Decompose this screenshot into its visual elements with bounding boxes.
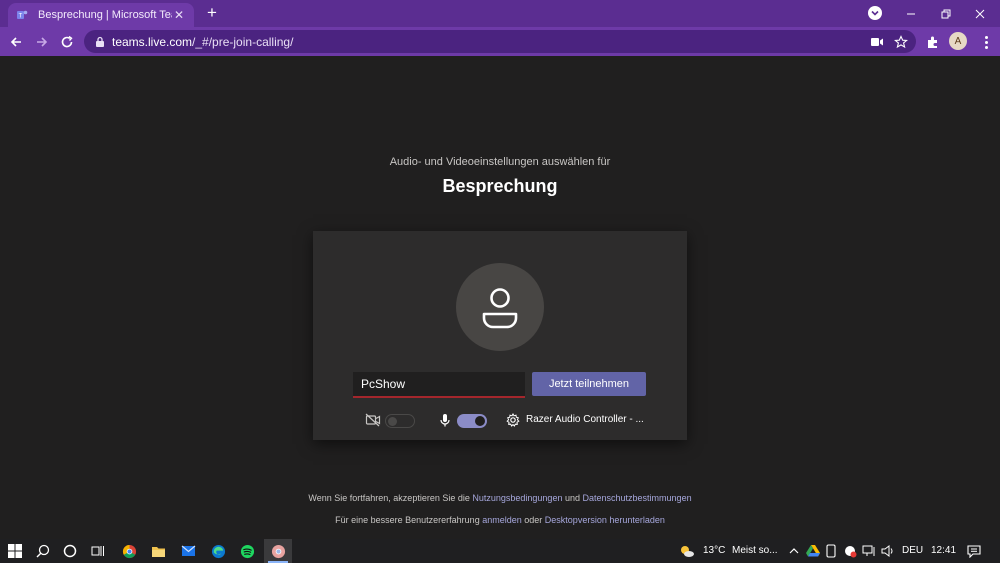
device-controls: Razer Audio Controller - ... <box>313 412 687 432</box>
tab-close-icon[interactable]: ✕ <box>172 8 186 22</box>
search-icon[interactable] <box>34 542 52 560</box>
chevron-up-icon[interactable] <box>785 542 803 560</box>
camera-in-use-icon[interactable] <box>870 35 884 49</box>
teams-favicon-icon: T <box>16 9 28 21</box>
close-window-icon[interactable] <box>962 0 998 27</box>
terms-prefix: Wenn Sie fortfahren, akzeptieren Sie die <box>308 493 470 503</box>
svg-text:T: T <box>19 14 23 20</box>
lock-icon[interactable] <box>94 36 106 48</box>
display-name-input[interactable] <box>353 372 525 398</box>
tab-search-icon[interactable] <box>868 6 882 20</box>
prejoin-subtitle: Audio- und Videoeinstellungen auswählen … <box>389 156 611 168</box>
clock-time[interactable]: 12:41 <box>931 545 956 556</box>
weather-description[interactable]: Meist so... <box>732 545 778 556</box>
file-explorer-icon[interactable] <box>149 542 167 560</box>
spotify-icon[interactable] <box>238 542 256 560</box>
weather-icon[interactable] <box>678 542 696 560</box>
url-text: teams.live.com/_#/pre-join-calling/ <box>112 35 293 49</box>
prejoin-card: Jetzt teilnehmen Razer Audio Controller … <box>313 231 687 440</box>
chrome-active-window-icon[interactable] <box>264 539 292 563</box>
forward-icon[interactable] <box>32 32 52 52</box>
cortana-icon[interactable] <box>61 542 79 560</box>
bookmark-star-icon[interactable] <box>894 35 908 49</box>
windows-taskbar: 13°C Meist so... DEU 12:41 <box>0 539 1000 563</box>
notification-center-icon[interactable] <box>965 542 983 560</box>
browser-tab[interactable]: T Besprechung | Microsoft Teams ✕ <box>8 3 194 27</box>
speaker-icon[interactable] <box>879 542 897 560</box>
network-icon[interactable] <box>860 542 878 560</box>
minimize-icon[interactable] <box>893 0 929 27</box>
prejoin-page: Audio- und Videoeinstellungen auswählen … <box>0 56 1000 539</box>
terms-and: und <box>564 493 580 503</box>
input-language[interactable]: DEU <box>902 545 923 556</box>
better-or: oder <box>524 515 543 525</box>
phone-link-icon[interactable] <box>822 542 840 560</box>
meeting-title: Besprechung <box>442 176 558 196</box>
microphone-icon <box>437 412 453 428</box>
privacy-policy-link[interactable]: Datenschutzbestimmungen <box>583 493 692 503</box>
microphone-toggle-knob <box>475 416 485 426</box>
microphone-toggle[interactable] <box>457 414 487 428</box>
tab-title: Besprechung | Microsoft Teams <box>38 9 172 21</box>
url-host: teams.live.com <box>112 34 193 49</box>
join-now-button[interactable]: Jetzt teilnehmen <box>532 372 646 396</box>
extensions-icon[interactable] <box>926 35 940 49</box>
better-prefix: Für eine bessere Benutzererfahrung <box>335 515 480 525</box>
camera-toggle[interactable] <box>385 414 415 428</box>
weather-temperature[interactable]: 13°C <box>703 545 725 556</box>
windows-start-icon[interactable] <box>6 542 24 560</box>
browser-tab-strip: T Besprechung | Microsoft Teams ✕ + <box>0 0 1000 27</box>
terms-of-use-link[interactable]: Nutzungsbedingungen <box>472 493 562 503</box>
better-experience-notice: Für eine bessere Benutzererfahrung anmel… <box>0 515 1000 525</box>
download-desktop-link[interactable]: Desktopversion herunterladen <box>545 515 665 525</box>
person-icon <box>482 288 518 329</box>
edge-icon[interactable] <box>209 542 227 560</box>
terms-notice: Wenn Sie fortfahren, akzeptieren Sie die… <box>0 493 1000 503</box>
audio-settings-gear-icon[interactable] <box>505 412 521 428</box>
task-view-icon[interactable] <box>89 542 107 560</box>
browser-menu-icon[interactable] <box>980 33 992 51</box>
camera-toggle-knob <box>388 416 397 426</box>
browser-toolbar: teams.live.com/_#/pre-join-calling/ A <box>0 27 1000 56</box>
razer-synapse-icon[interactable] <box>841 542 859 560</box>
new-tab-icon[interactable]: + <box>203 4 221 22</box>
user-placeholder-avatar <box>456 263 544 351</box>
audio-device-selector[interactable]: Razer Audio Controller - ... <box>526 414 644 425</box>
chrome-icon[interactable] <box>120 542 138 560</box>
url-path: /_#/pre-join-calling/ <box>192 34 294 49</box>
restore-icon[interactable] <box>928 0 964 27</box>
mail-icon[interactable] <box>179 542 197 560</box>
sign-in-link[interactable]: anmelden <box>482 515 522 525</box>
address-bar[interactable]: teams.live.com/_#/pre-join-calling/ <box>84 30 916 53</box>
back-icon[interactable] <box>6 32 26 52</box>
google-drive-icon[interactable] <box>804 542 822 560</box>
camera-off-icon <box>365 412 381 428</box>
profile-avatar[interactable]: A <box>949 32 967 50</box>
reload-icon[interactable] <box>57 32 77 52</box>
